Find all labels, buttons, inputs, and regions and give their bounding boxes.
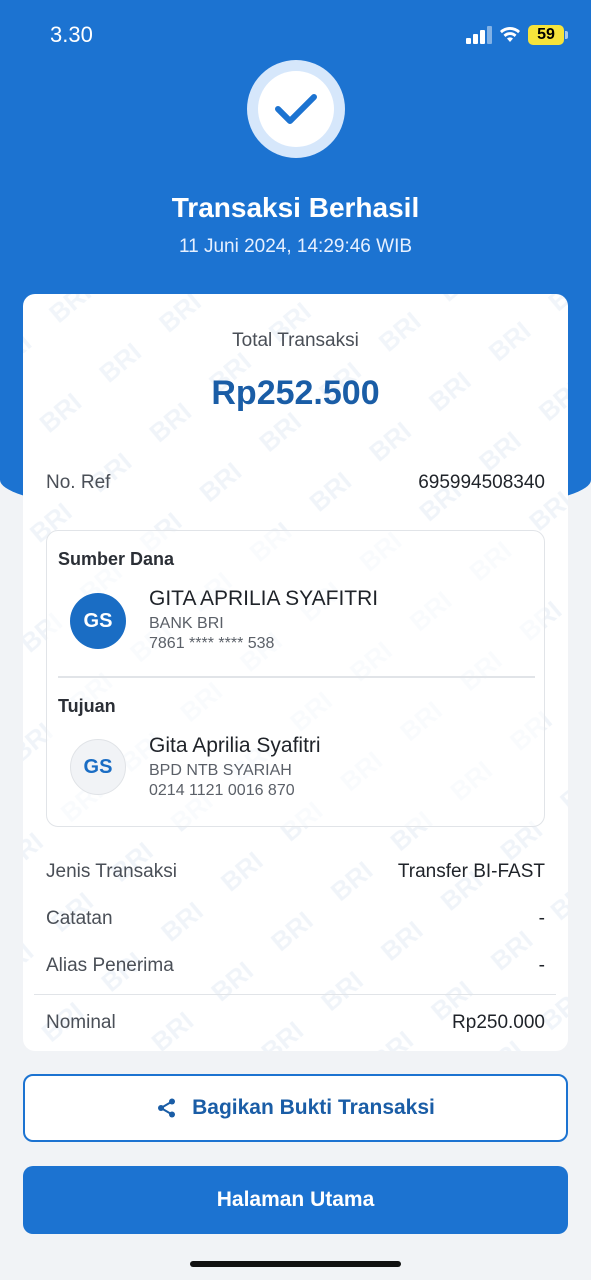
detail-row: Alias Penerima - [46, 955, 545, 977]
share-button-label: Bagikan Bukti Transaksi [192, 1096, 435, 1119]
share-icon [158, 1098, 176, 1118]
detail-label: Jenis Transaksi [46, 861, 177, 882]
transaction-datetime: 11 Juni 2024, 14:29:46 WIB [178, 236, 413, 257]
source-bank: BANK BRI [149, 615, 224, 632]
detail-value: - [538, 955, 545, 976]
detail-label: Nominal [46, 1012, 116, 1033]
total-label: Total Transaksi [232, 330, 359, 351]
total-amount: Rp252.500 [211, 374, 380, 412]
detail-label: Catatan [46, 908, 113, 929]
home-indicator[interactable] [190, 1261, 401, 1267]
ref-label: No. Ref [46, 472, 111, 493]
destination-name: Gita Aprilia Syafitri [149, 734, 321, 757]
share-receipt-button[interactable]: Bagikan Bukti Transaksi [23, 1074, 568, 1142]
source-account: 7861 **** **** 538 [149, 635, 275, 652]
status-time: 3.30 [50, 22, 93, 47]
receipt-card: BRI Total Transaksi Rp252.500 No. Ref 69… [23, 294, 568, 1051]
battery-indicator: 59 [528, 25, 564, 45]
destination-section-title: Tujuan [58, 696, 116, 716]
source-avatar: GS [70, 593, 126, 649]
detail-row: Nominal Rp250.000 [46, 1012, 545, 1034]
destination-bank: BPD NTB SYARIAH [149, 762, 292, 779]
battery-tip [565, 31, 568, 39]
detail-row: Catatan - [46, 908, 545, 930]
detail-value: Transfer BI-FAST [397, 861, 545, 882]
divider [58, 676, 535, 678]
ref-row: No. Ref 695994508340 [46, 472, 545, 494]
home-button-label: Halaman Utama [216, 1188, 375, 1211]
parties-box: Sumber Dana GS GITA APRILIA SYAFITRI BAN… [46, 530, 545, 827]
checkmark-icon [275, 94, 317, 124]
wifi-icon [500, 27, 520, 42]
page-title: Transaksi Berhasil [171, 192, 420, 223]
cellular-signal-icon [466, 26, 492, 44]
divider [34, 994, 556, 995]
home-button[interactable]: Halaman Utama [23, 1166, 568, 1234]
detail-label: Alias Penerima [46, 955, 174, 976]
destination-avatar: GS [70, 739, 126, 795]
ref-value: 695994508340 [418, 472, 545, 493]
detail-value: - [538, 908, 545, 929]
detail-value: Rp250.000 [452, 1012, 545, 1033]
destination-account: 0214 1121 0016 870 [149, 782, 295, 799]
source-name: GITA APRILIA SYAFITRI [149, 587, 379, 610]
detail-row: Jenis Transaksi Transfer BI-FAST [46, 861, 545, 883]
source-section-title: Sumber Dana [58, 549, 175, 569]
success-badge [247, 60, 345, 158]
